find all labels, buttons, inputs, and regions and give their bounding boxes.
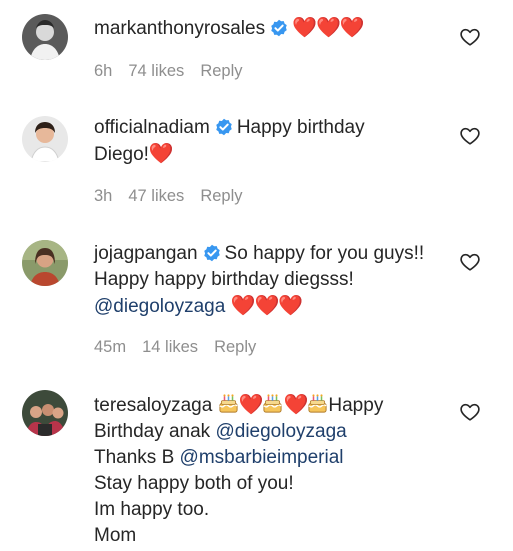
username[interactable]: markanthonyrosales [94, 18, 265, 39]
comment-text: officialnadiam Happy birthday Diego!❤️ [94, 115, 454, 168]
reply-button[interactable]: Reply [200, 187, 242, 205]
comment-body: Stay happy both of you! [94, 473, 294, 494]
birthday-cake-icon [218, 393, 239, 414]
heart-emoji: ❤️❤️❤️ [292, 17, 365, 39]
comment-text: jojagpangan So happy for you guys!! Happy… [94, 241, 454, 320]
comment-body: Mom [94, 525, 137, 546]
comment-body: Im happy too. [94, 499, 210, 520]
timestamp: 6h [94, 62, 113, 80]
heart-outline-icon[interactable] [459, 125, 481, 147]
birthday-cake-icon [307, 393, 328, 414]
heart-emoji: ❤️ [148, 143, 174, 165]
heart-outline-icon[interactable] [459, 251, 481, 273]
comment-text: markanthonyrosales ❤️❤️❤️ [94, 15, 454, 42]
reply-button[interactable]: Reply [200, 62, 242, 80]
comment-text: teresaloyzaga ❤️ ❤️ Happy Birthday anak @d… [94, 392, 454, 549]
timestamp: 3h [94, 187, 113, 205]
verified-badge-icon [270, 19, 288, 37]
reply-button[interactable]: Reply [214, 338, 256, 356]
verified-badge-icon [203, 244, 221, 262]
heart-emoji: ❤️ [238, 394, 264, 416]
timestamp: 45m [94, 338, 127, 356]
likes-count[interactable]: 47 likes [128, 187, 184, 205]
comment-body: Diego! [94, 144, 149, 165]
comment-body: Thanks B [94, 447, 175, 468]
comment-body: Birthday anak [94, 421, 211, 442]
username[interactable]: officialnadiam [94, 117, 210, 138]
avatar[interactable] [22, 390, 68, 436]
mention-link[interactable]: @diegoloyzaga [94, 296, 225, 317]
heart-outline-icon[interactable] [459, 26, 481, 48]
comment-meta: 6h 74 likes Reply [94, 62, 259, 81]
heart-emoji: ❤️ [283, 394, 308, 416]
comment-body: Happy birthday [236, 117, 365, 138]
comment-body: Happy happy birthday diegsss! [94, 269, 354, 290]
birthday-cake-icon [262, 393, 283, 414]
likes-count[interactable]: 74 likes [128, 62, 184, 80]
comment-meta: 45m 14 likes Reply [94, 338, 272, 357]
mention-link[interactable]: @diegoloyzaga [215, 421, 346, 442]
avatar[interactable] [22, 14, 68, 60]
comment-body: Happy [328, 395, 384, 416]
likes-count[interactable]: 14 likes [142, 338, 198, 356]
username[interactable]: teresaloyzaga [94, 395, 212, 416]
heart-outline-icon[interactable] [459, 401, 481, 423]
username[interactable]: jojagpangan [94, 243, 198, 264]
comment-meta: 3h 47 likes Reply [94, 187, 259, 206]
heart-emoji: ❤️❤️❤️ [230, 295, 304, 317]
mention-link[interactable]: @msbarbieimperial [180, 447, 344, 468]
avatar[interactable] [22, 240, 68, 286]
avatar[interactable] [22, 116, 68, 162]
comment-body: So happy for you guys!! [224, 243, 425, 264]
verified-badge-icon [215, 118, 233, 136]
